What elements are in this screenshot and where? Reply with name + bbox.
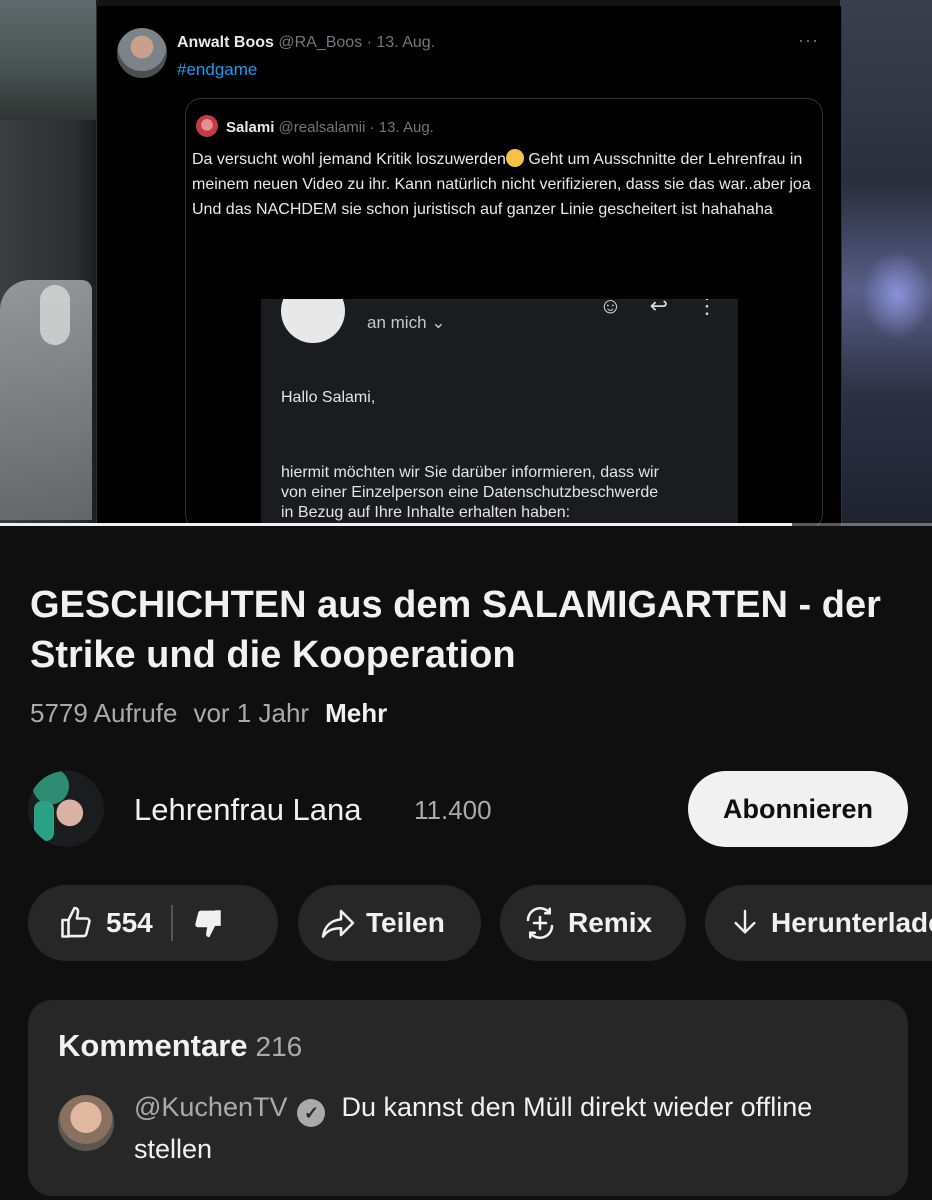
like-button[interactable]: 554 [28,905,153,941]
comments-count: 216 [255,1031,303,1062]
download-button[interactable]: Herunterladen [705,885,932,961]
email-recipient: an mich ⌄ [367,313,446,332]
upload-age: vor 1 Jahr [193,698,310,728]
quoted-tweet-text: Da versucht wohl jemand Kritik loszuwerd… [192,147,812,222]
subscribe-button[interactable]: Abonnieren [688,771,908,847]
comments-panel[interactable]: Kommentare 216 @KuchenTV ✓ Du kannst den Mü… [28,1000,908,1196]
comments-heading: Kommentare 216 [58,1028,302,1064]
quoted-tweet: Salami @realsalamii · 13. Aug. Da versuc… [185,98,823,526]
background-scene-left [0,0,96,120]
commenter-handle[interactable]: @KuchenTV [134,1092,287,1122]
progress-played [0,523,793,526]
like-dislike-pill: 554 [28,885,278,961]
video-player[interactable]: Anwalt Boos @RA_Boos · 13. Aug. #endgame… [0,0,932,526]
email-screenshot: an mich ⌄ ☺ ↩ ⋮ Hallo Salami, hiermit mö… [261,299,738,526]
quoted-author: Salami @realsalamii · 13. Aug. [226,119,434,136]
share-label: Teilen [366,907,445,938]
view-count: 5779 Aufrufe [30,698,178,728]
email-toolbar: ☺ ↩ ⋮ [599,299,718,319]
like-count: 554 [106,907,153,938]
verified-badge-icon: ✓ [297,1099,326,1127]
tweet-author-meta: @RA_Boos · 13. Aug. [278,34,436,51]
quoted-text-part1: Da versucht wohl jemand Kritik loszuwerd… [192,151,506,168]
share-button[interactable]: Teilen [298,885,481,961]
background-light [862,250,932,340]
channel-avatar[interactable] [28,771,104,847]
thumbs-up-icon [61,906,91,938]
channel-name[interactable]: Lehrenfrau Lana [134,792,362,828]
sender-avatar [281,299,345,343]
tweet-author: Anwalt Boos @RA_Boos · 13. Aug. [177,34,435,52]
remix-button[interactable]: Remix [500,885,686,961]
quoted-author-name: Salami [226,119,275,136]
remix-label: Remix [568,907,653,938]
email-body: hiermit möchten wir Sie darüber informie… [281,464,659,521]
tweet-hashtag: #endgame [177,60,258,79]
share-arrow-icon [321,909,355,938]
email-greeting: Hallo Salami, [281,389,376,406]
reply-icon: ↩ [649,299,668,318]
tweet-screenshot: Anwalt Boos @RA_Boos · 13. Aug. #endgame… [96,6,842,526]
tweet-author-avatar [117,28,167,78]
more-link[interactable]: Mehr [325,698,387,729]
video-meta[interactable]: 5779 Aufrufe vor 1 Jahr Mehr [30,698,387,729]
quoted-author-avatar [196,115,218,137]
emoji-react-icon: ☺ [599,299,622,318]
download-icon [734,909,756,934]
commenter-avatar[interactable] [58,1095,114,1151]
kebab-menu-icon: ⋮ [696,299,718,318]
download-label: Herunterladen [771,907,932,938]
subscriber-count: 11.400 [414,795,492,825]
comments-title: Kommentare [58,1028,248,1063]
ellipsis-icon: ··· [798,30,819,50]
dislike-button[interactable] [191,906,225,940]
grinning-emoji-icon [505,149,524,167]
thumbs-down-icon [195,910,221,938]
pill-divider [170,905,173,941]
quoted-author-meta: @realsalamii · 13. Aug. [278,119,434,136]
tweet-author-name: Anwalt Boos [177,34,274,51]
remix-icon [526,906,554,940]
top-comment: @KuchenTV ✓ Du kannst den Müll direkt wied… [134,1086,874,1170]
background-highlight [40,285,70,345]
video-title: GESCHICHTEN aus dem SALAMIGARTEN - der S… [30,584,881,676]
